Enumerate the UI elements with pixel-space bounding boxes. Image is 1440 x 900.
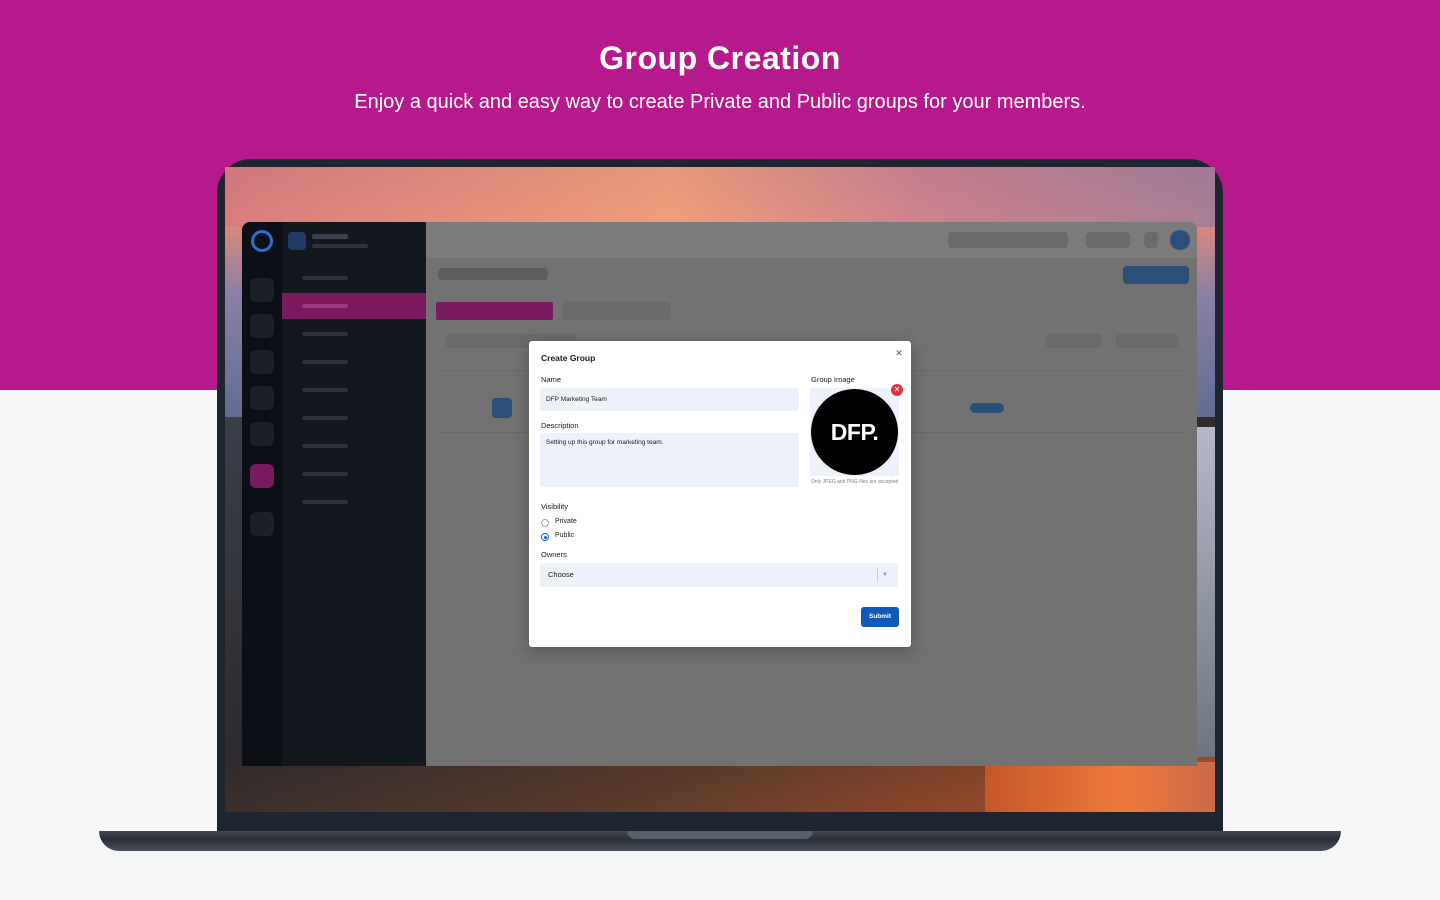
sidebar-item-label (302, 304, 348, 308)
sidebar-item[interactable] (282, 433, 426, 459)
page-title (438, 268, 548, 280)
sidebar-item-label (302, 416, 348, 420)
select-divider (877, 568, 878, 582)
status-badge (970, 403, 1004, 413)
table-row-avatar (492, 398, 512, 418)
sidebar-item-label (302, 500, 348, 504)
group-image-preview: DFP. (811, 389, 898, 475)
org-role-placeholder (312, 244, 368, 248)
org-avatar (288, 232, 306, 250)
sidebar-item-label (302, 388, 348, 392)
sidebar-item-label (302, 332, 348, 336)
owners-select-value: Choose (548, 570, 574, 579)
sidebar-item[interactable] (282, 489, 426, 515)
sidebar-item-label (302, 276, 348, 280)
create-group-button[interactable] (1123, 266, 1189, 284)
name-label: Name (541, 375, 562, 384)
sidebar-item[interactable] (282, 405, 426, 431)
create-group-modal: Create Group ✕ Name DFP Marketing Team D… (529, 341, 911, 647)
bell-icon[interactable] (1144, 232, 1158, 248)
group-image-label: Group Image (811, 375, 855, 384)
tab-groups[interactable] (436, 302, 553, 320)
visibility-private-label[interactable]: Private (555, 518, 577, 525)
group-image-dropzone[interactable]: DFP. (810, 388, 899, 476)
sidebar-item-label (302, 360, 348, 364)
sidebar-item[interactable] (282, 377, 426, 403)
wallpaper-sky (225, 167, 1215, 227)
visibility-public-radio[interactable] (541, 533, 549, 541)
sort-select[interactable] (1046, 334, 1102, 348)
owners-select[interactable]: Choose ▼ (540, 563, 898, 587)
sidebar-item[interactable] (282, 265, 426, 291)
icon-rail (242, 222, 282, 766)
org-name-placeholder (312, 234, 348, 239)
sidebar-item-groups[interactable] (282, 293, 426, 319)
hero-title: Group Creation (599, 40, 841, 76)
tab-secondary[interactable] (563, 302, 671, 320)
rail-home-icon[interactable] (250, 278, 274, 302)
avatar[interactable] (1170, 230, 1190, 250)
close-icon[interactable]: ✕ (893, 347, 905, 359)
laptop-notch (627, 831, 813, 839)
description-field[interactable]: Setting up this group for marketing team… (540, 433, 799, 487)
sidebar (282, 222, 426, 766)
owners-label: Owners (541, 550, 567, 559)
wallpaper-peak (985, 762, 1215, 812)
description-label: Description (541, 421, 579, 430)
top-bar (426, 222, 1197, 258)
rail-support-icon[interactable] (250, 512, 274, 536)
status-indicator[interactable] (1086, 232, 1130, 248)
sidebar-item-label (302, 444, 348, 448)
rail-admin-icon[interactable] (250, 464, 274, 488)
sidebar-item[interactable] (282, 461, 426, 487)
rail-meet-icon[interactable] (250, 386, 274, 410)
sidebar-item-label (302, 472, 348, 476)
visibility-private-radio[interactable] (541, 519, 549, 527)
columns-button[interactable] (1116, 334, 1178, 348)
search-input[interactable] (948, 232, 1068, 248)
rail-feed-icon[interactable] (250, 350, 274, 374)
hero-subtitle: Enjoy a quick and easy way to create Pri… (354, 91, 1086, 113)
image-hint: Only JPEG and PNG files are accepted (811, 479, 899, 485)
visibility-label: Visibility (541, 502, 568, 511)
sidebar-org-header (288, 232, 420, 254)
submit-button[interactable]: Submit (861, 607, 899, 627)
app-logo-icon (251, 230, 273, 252)
sidebar-item[interactable] (282, 321, 426, 347)
chevron-down-icon[interactable]: ▼ (882, 563, 888, 587)
rail-chat-icon[interactable] (250, 314, 274, 338)
name-field[interactable]: DFP Marketing Team (540, 388, 799, 411)
sidebar-item[interactable] (282, 349, 426, 375)
rail-files-icon[interactable] (250, 422, 274, 446)
remove-image-icon[interactable]: ✕ (891, 384, 903, 396)
visibility-public-label[interactable]: Public (555, 532, 574, 539)
modal-title: Create Group (541, 353, 596, 363)
